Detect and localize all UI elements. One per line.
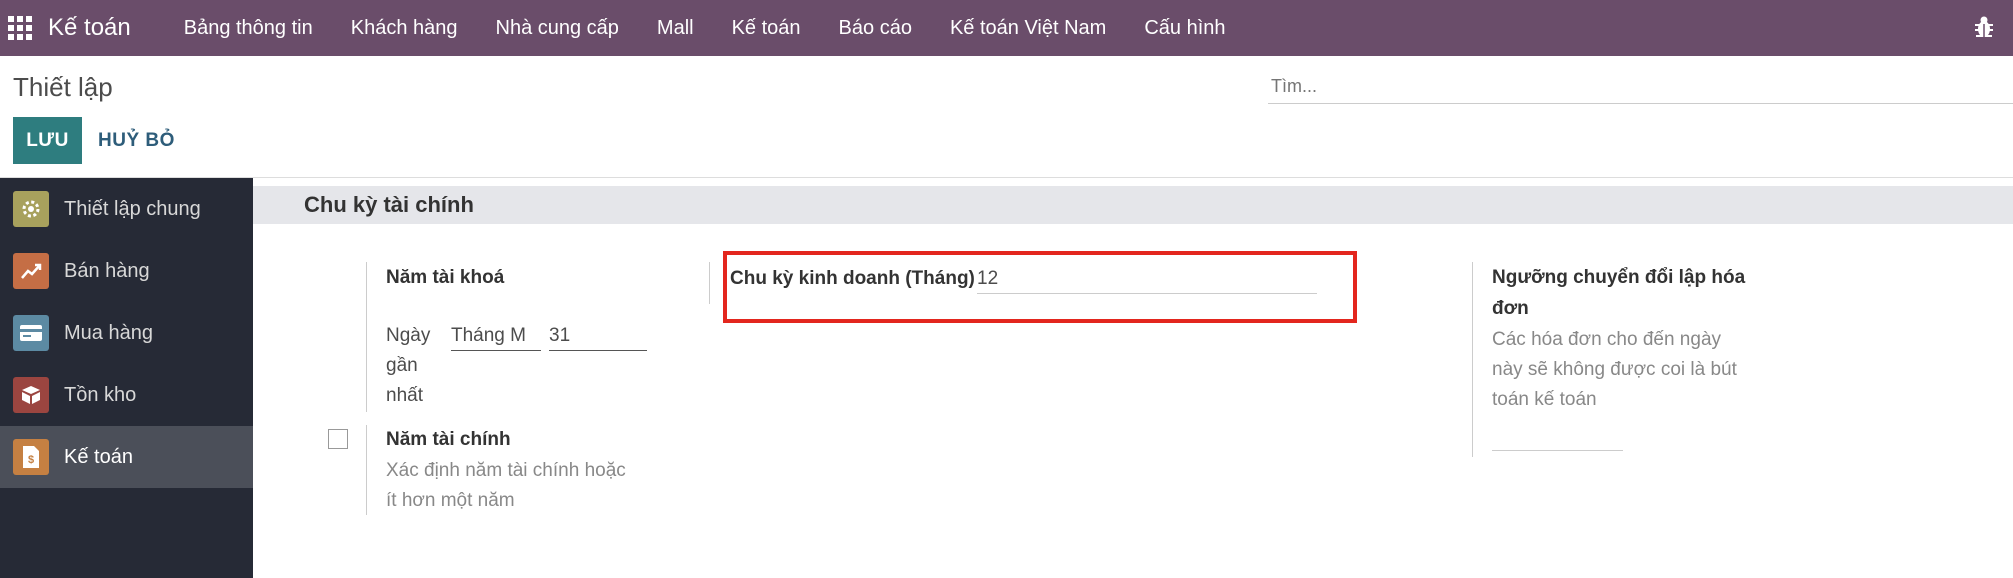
apps-grid-icon[interactable] (8, 16, 32, 40)
setting-divider (366, 425, 367, 515)
menu-dashboard[interactable]: Bảng thông tin (165, 17, 332, 40)
menu-accounting[interactable]: Kế toán (713, 17, 820, 40)
fiscal-years-description: ít hơn một năm (386, 490, 515, 511)
chart-icon (13, 253, 49, 289)
invoicing-threshold-label: đơn (1492, 298, 1529, 319)
app-name[interactable]: Kế toán (48, 14, 131, 42)
menu-mall[interactable]: Mall (638, 17, 713, 40)
control-panel-divider (0, 177, 2013, 178)
sidebar-item-label: Kế toán (64, 445, 133, 468)
sidebar-item-sales[interactable]: Bán hàng (0, 240, 253, 302)
fiscal-years-label: Năm tài chính (386, 429, 511, 450)
sidebar-item-label: Thiết lập chung (64, 197, 201, 220)
section-title: Chu kỳ tài chính (304, 192, 474, 217)
last-day-label: gần (386, 355, 418, 376)
last-day-label: nhất (386, 385, 423, 406)
sidebar-item-purchase[interactable]: Mua hàng (0, 302, 253, 364)
discard-button[interactable]: HUỶ BỎ (88, 117, 185, 164)
svg-text:$: $ (28, 454, 34, 466)
invoicing-threshold-description: này sẽ không được coi là bút (1492, 359, 1737, 380)
highlight-box (723, 251, 1357, 323)
last-day-label: Ngày (386, 325, 431, 346)
sidebar-item-inventory[interactable]: Tồn kho (0, 364, 253, 426)
sidebar-item-label: Tồn kho (64, 383, 137, 406)
section-header (253, 186, 2013, 224)
menu-vendors[interactable]: Nhà cung cấp (477, 17, 638, 40)
credit-card-icon (13, 315, 49, 351)
sidebar-item-label: Bán hàng (64, 259, 150, 282)
invoicing-threshold-label: Ngưỡng chuyển đổi lập hóa (1492, 267, 1746, 288)
top-navbar: Kế toán Bảng thông tin Khách hàng Nhà cu… (0, 0, 2013, 56)
gear-icon (13, 191, 49, 227)
settings-sidebar: Thiết lập chung Bán hàng Mua hàng Tồn kh… (0, 178, 253, 578)
invoice-icon: $ (13, 439, 49, 475)
sidebar-item-accounting[interactable]: $ Kế toán (0, 426, 253, 488)
sidebar-item-label: Mua hàng (64, 321, 153, 344)
menu-configuration[interactable]: Cấu hình (1125, 17, 1244, 40)
page-title: Thiết lập (13, 72, 113, 102)
setting-divider (366, 262, 367, 412)
menu-vietnam-accounting[interactable]: Kế toán Việt Nam (931, 17, 1125, 40)
save-button[interactable]: LƯU (13, 117, 82, 164)
fiscal-years-description: Xác định năm tài chính hoặc (386, 460, 626, 481)
fiscal-year-label: Năm tài khoá (386, 267, 505, 288)
menu-customers[interactable]: Khách hàng (332, 17, 477, 40)
setting-divider (709, 262, 710, 304)
menu-reporting[interactable]: Báo cáo (820, 17, 931, 40)
invoicing-threshold-date-input[interactable] (1492, 421, 1623, 451)
box-icon (13, 377, 49, 413)
sidebar-item-general-settings[interactable]: Thiết lập chung (0, 178, 253, 240)
bug-icon[interactable] (1973, 14, 1995, 40)
last-day-day-input[interactable] (549, 321, 647, 351)
invoicing-threshold-description: toán kế toán (1492, 389, 1597, 410)
setting-divider (1472, 262, 1473, 457)
search-input[interactable] (1268, 70, 2013, 104)
last-day-month-select[interactable] (451, 321, 541, 351)
invoicing-threshold-description: Các hóa đơn cho đến ngày (1492, 329, 1722, 350)
fiscal-years-checkbox[interactable] (328, 429, 348, 449)
